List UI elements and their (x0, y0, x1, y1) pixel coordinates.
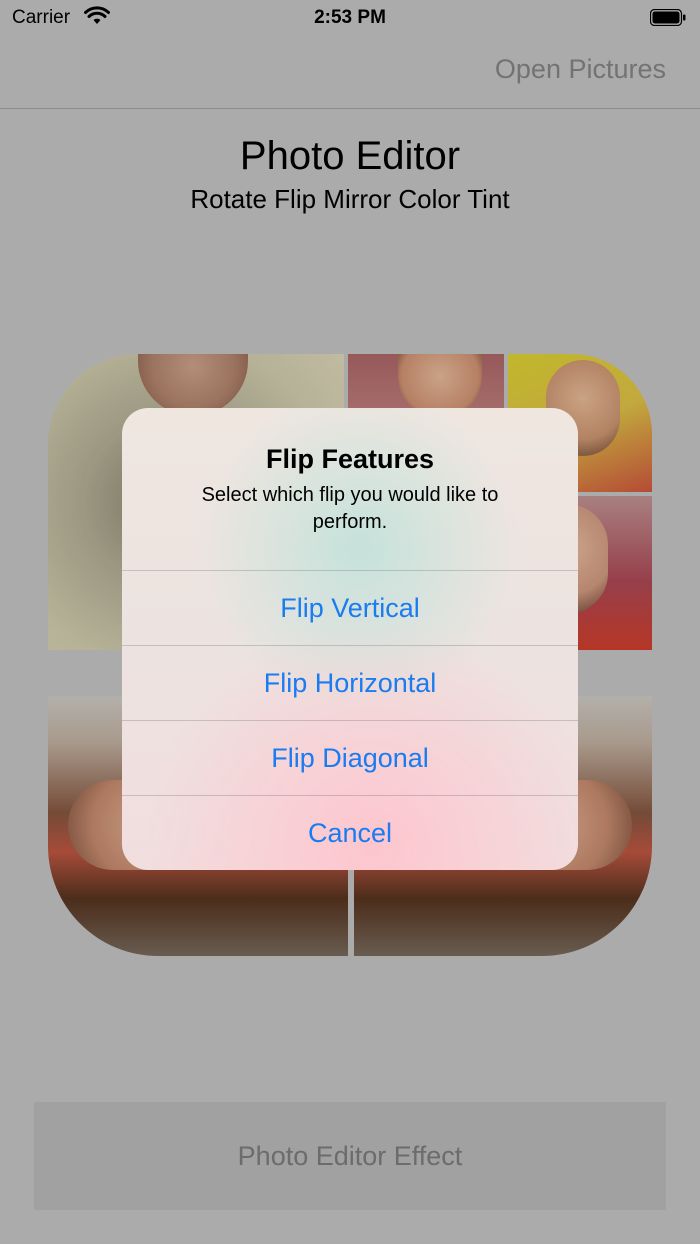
flip-vertical-button[interactable]: Flip Vertical (122, 570, 578, 645)
flip-diagonal-button[interactable]: Flip Diagonal (122, 720, 578, 795)
flip-features-alert: Flip Features Select which flip you woul… (122, 408, 578, 870)
cancel-button[interactable]: Cancel (122, 795, 578, 870)
alert-message: Select which flip you would like to perf… (201, 484, 499, 533)
flip-horizontal-button[interactable]: Flip Horizontal (122, 645, 578, 720)
alert-title: Flip Features (265, 444, 435, 474)
